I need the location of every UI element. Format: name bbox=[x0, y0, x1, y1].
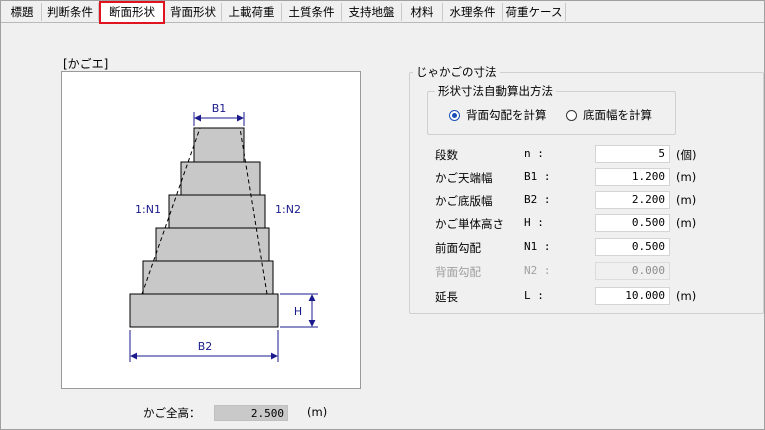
tab-load-case[interactable]: 荷重ケース bbox=[503, 3, 566, 21]
front-slope-input[interactable]: 0.500 bbox=[595, 238, 670, 256]
b1-label: B1 bbox=[212, 102, 227, 115]
tiers-input[interactable]: 5 bbox=[595, 145, 670, 163]
field-row-bottom-width: かご底版幅 B2 : 2.200 (m) bbox=[435, 191, 755, 209]
auto-calc-method-title: 形状寸法自動算出方法 bbox=[435, 83, 556, 99]
radio-calc-back-slope-label: 背面勾配を計算 bbox=[466, 108, 547, 122]
back-slope-input: 0.000 bbox=[595, 262, 670, 280]
field-row-top-width: かご天端幅 B1 : 1.200 (m) bbox=[435, 168, 755, 186]
gabion-tier-5 bbox=[142, 260, 274, 295]
n2-slope-label: 1:N2 bbox=[275, 203, 301, 216]
total-height-label: かご全高： bbox=[143, 406, 201, 420]
tab-bar: 標題 判断条件 断面形状 背面形状 上載荷重 土質条件 支持地盤 材料 水理条件… bbox=[1, 1, 765, 24]
top-width-label: かご天端幅 bbox=[435, 171, 493, 185]
unit-height-label: かご単体高さ bbox=[435, 217, 504, 231]
radio-selected-icon[interactable] bbox=[449, 109, 460, 121]
tab-hydraulic-conditions[interactable]: 水理条件 bbox=[443, 3, 503, 21]
front-slope-symbol: N1 : bbox=[524, 240, 551, 253]
back-slope-symbol: N2 : bbox=[524, 264, 551, 277]
tab-title[interactable]: 標題 bbox=[3, 3, 42, 21]
field-row-unit-height: かご単体高さ H : 0.500 (m) bbox=[435, 214, 755, 232]
gabion-diagram: B1 B2 H 1:N1 1:N2 bbox=[61, 71, 361, 389]
tiers-label: 段数 bbox=[435, 148, 458, 162]
gabion-tier-3 bbox=[168, 194, 266, 229]
gabion-tier-2 bbox=[180, 161, 261, 196]
top-width-input[interactable]: 1.200 bbox=[595, 168, 670, 186]
h-label: H bbox=[294, 305, 302, 318]
field-row-front-slope: 前面勾配 N1 : 0.500 bbox=[435, 238, 755, 256]
front-slope-label: 前面勾配 bbox=[435, 241, 481, 255]
field-row-back-slope: 背面勾配 N2 : 0.000 bbox=[435, 262, 755, 280]
unit-height-input[interactable]: 0.500 bbox=[595, 214, 670, 232]
tiers-unit: (個) bbox=[676, 148, 697, 162]
tab-soil-conditions[interactable]: 土質条件 bbox=[282, 3, 342, 21]
tab-materials[interactable]: 材料 bbox=[402, 3, 443, 21]
top-width-unit: (m) bbox=[676, 170, 697, 184]
back-slope-label: 背面勾配 bbox=[435, 265, 481, 279]
unit-height-unit: (m) bbox=[676, 216, 697, 230]
gabion-dimensions-title: じゃかごの寸法 bbox=[413, 64, 500, 80]
radio-calc-bottom-width[interactable]: 底面幅を計算 bbox=[566, 107, 652, 123]
bottom-width-input[interactable]: 2.200 bbox=[595, 191, 670, 209]
total-height-unit: (m) bbox=[307, 405, 328, 419]
gabion-tier-1 bbox=[193, 127, 245, 163]
b2-label: B2 bbox=[198, 340, 213, 353]
total-height-value: 2.500 bbox=[214, 405, 288, 421]
gabion-tier-4 bbox=[155, 227, 270, 262]
gabion-tier-6 bbox=[129, 293, 279, 328]
radio-calc-bottom-width-label: 底面幅を計算 bbox=[583, 108, 652, 122]
bottom-width-label: かご底版幅 bbox=[435, 194, 493, 208]
field-row-length: 延長 L : 10.000 (m) bbox=[435, 287, 755, 305]
length-label: 延長 bbox=[435, 290, 458, 304]
tab-surcharge-load[interactable]: 上載荷重 bbox=[222, 3, 282, 21]
length-unit: (m) bbox=[676, 289, 697, 303]
n1-slope-label: 1:N1 bbox=[135, 203, 161, 216]
tab-judgment-conditions[interactable]: 判断条件 bbox=[42, 3, 99, 21]
tab-section-shape[interactable]: 断面形状 bbox=[99, 1, 165, 24]
length-input[interactable]: 10.000 bbox=[595, 287, 670, 305]
radio-unselected-icon[interactable] bbox=[566, 109, 577, 121]
tiers-symbol: n : bbox=[524, 147, 544, 160]
app-window: 標題 判断条件 断面形状 背面形状 上載荷重 土質条件 支持地盤 材料 水理条件… bbox=[0, 0, 765, 430]
diagram-title: [かごエ] bbox=[63, 57, 109, 71]
unit-height-symbol: H : bbox=[524, 216, 544, 229]
tab-bearing-ground[interactable]: 支持地盤 bbox=[342, 3, 402, 21]
top-width-symbol: B1 : bbox=[524, 170, 551, 183]
field-row-tiers: 段数 n : 5 (個) bbox=[435, 145, 755, 163]
length-symbol: L : bbox=[524, 289, 544, 302]
tab-back-shape[interactable]: 背面形状 bbox=[165, 3, 222, 21]
radio-calc-back-slope[interactable]: 背面勾配を計算 bbox=[449, 107, 547, 123]
bottom-width-symbol: B2 : bbox=[524, 193, 551, 206]
bottom-width-unit: (m) bbox=[676, 193, 697, 207]
gabion-diagram-svg: B1 B2 H 1:N1 1:N2 bbox=[129, 102, 318, 362]
